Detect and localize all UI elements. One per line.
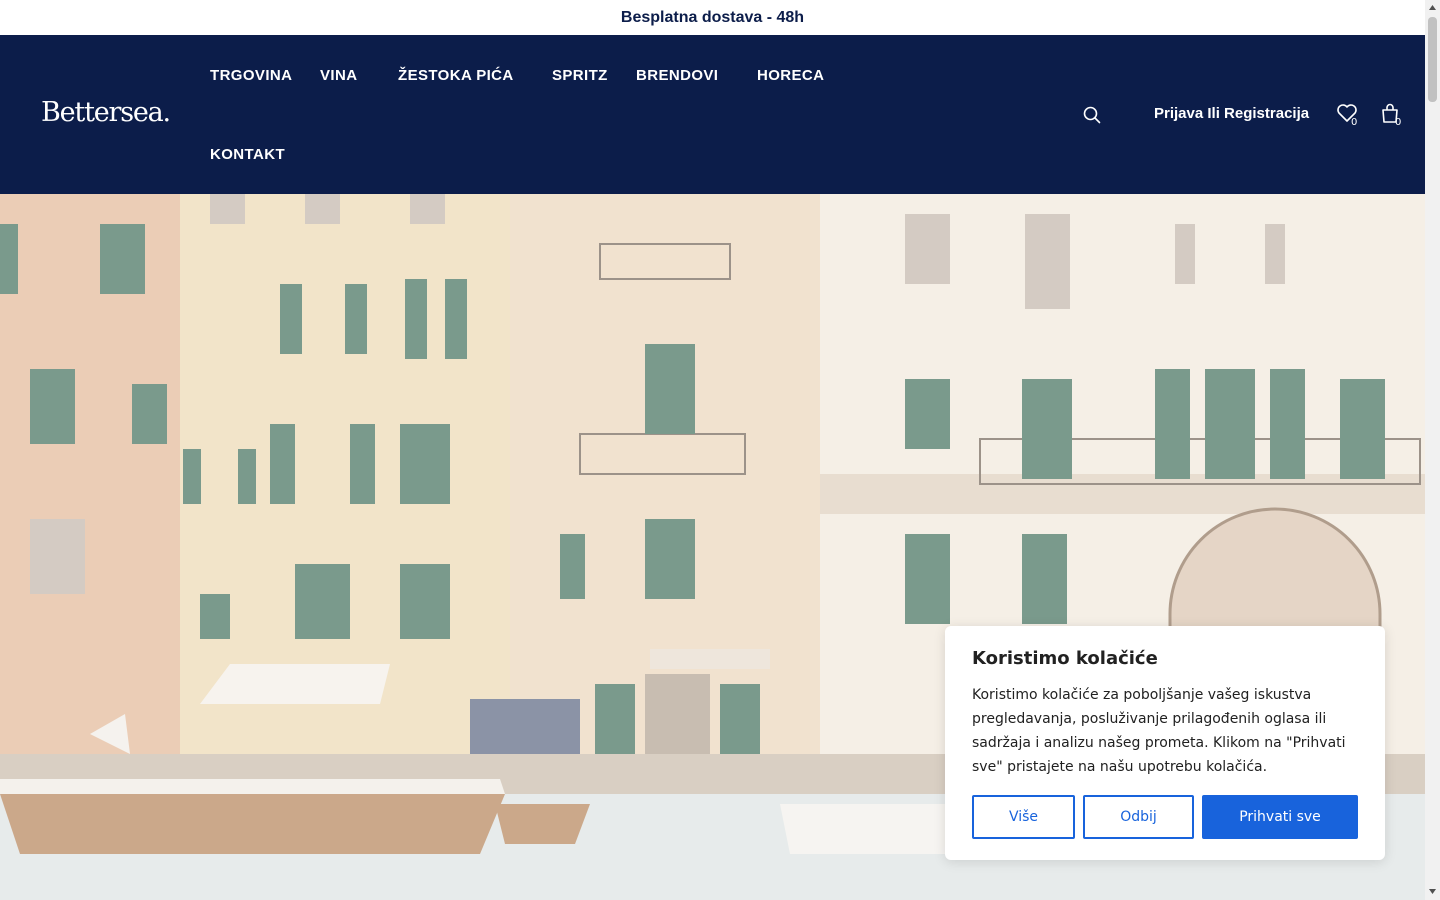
announcement-text: Besplatna dostava - 48h [620,8,805,26]
nav-item-horeca[interactable]: HORECA [757,67,824,84]
scrollbar[interactable] [1425,0,1440,900]
nav-item-contact[interactable]: KONTAKT [210,146,285,163]
cookie-title: Koristimo kolačiće [972,648,1158,669]
announcement-bar: Besplatna dostava - 48h [0,0,1425,35]
accept-all-button[interactable]: Prihvati sve [1202,795,1358,839]
site-header: Bettersea. TRGOVINA VINA ŽESTOKA PIĆA SP… [0,35,1425,194]
nav-item-spritz[interactable]: SPRITZ [552,67,608,84]
wishlist-count: 0 [1351,117,1358,128]
cart-count: 0 [1395,117,1402,128]
cookie-consent-banner: Koristimo kolačiće Koristimo kolačiće za… [945,626,1385,860]
search-icon[interactable] [1083,106,1101,124]
nav-item-brands[interactable]: BRENDOVI [636,67,718,84]
logo[interactable]: Bettersea. [41,97,171,128]
scroll-up-icon[interactable] [1428,3,1437,12]
cookie-description: Koristimo kolačiće za poboljšanje vašeg … [972,687,1346,775]
nav-item-wines[interactable]: VINA [320,67,357,84]
scroll-down-icon[interactable] [1428,887,1437,896]
scrollbar-thumb[interactable] [1428,17,1437,102]
nav-item-spirits[interactable]: ŽESTOKA PIĆA [398,67,514,84]
login-register-link[interactable]: Prijava Ili Registracija [1154,105,1309,122]
reject-button[interactable]: Odbij [1083,795,1194,839]
more-button[interactable]: Više [972,795,1075,839]
nav-item-shop[interactable]: TRGOVINA [210,67,292,84]
